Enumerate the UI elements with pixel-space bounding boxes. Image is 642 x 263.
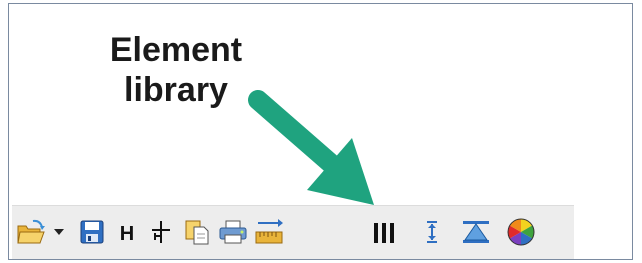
vertical-spacing-icon (427, 221, 437, 243)
paste-copy-icon (185, 220, 209, 245)
save-button[interactable] (75, 215, 109, 249)
ruler-icon (255, 219, 283, 244)
toolbar: H (12, 205, 574, 259)
dropdown-arrow-icon (54, 229, 64, 235)
open-dropdown-button[interactable] (50, 215, 68, 249)
open-folder-button[interactable] (14, 215, 48, 249)
print-button[interactable] (216, 215, 250, 249)
element-library-button[interactable] (367, 215, 401, 249)
triangle-section-button[interactable] (459, 215, 493, 249)
color-wheel-icon (507, 218, 535, 246)
crosshair-icon (152, 221, 170, 243)
crosshair-button[interactable] (144, 215, 178, 249)
color-wheel-button[interactable] (504, 215, 538, 249)
vertical-spacing-button[interactable] (415, 215, 449, 249)
ruler-button[interactable] (252, 215, 286, 249)
paste-button[interactable] (180, 215, 214, 249)
triangle-section-icon (463, 221, 489, 243)
svg-text:H: H (120, 223, 134, 245)
print-icon (219, 220, 247, 244)
h-icon: H (120, 223, 134, 245)
open-folder-icon (17, 219, 45, 244)
h-button[interactable]: H (110, 215, 144, 249)
element-library-icon (374, 223, 394, 243)
save-icon (80, 220, 104, 244)
